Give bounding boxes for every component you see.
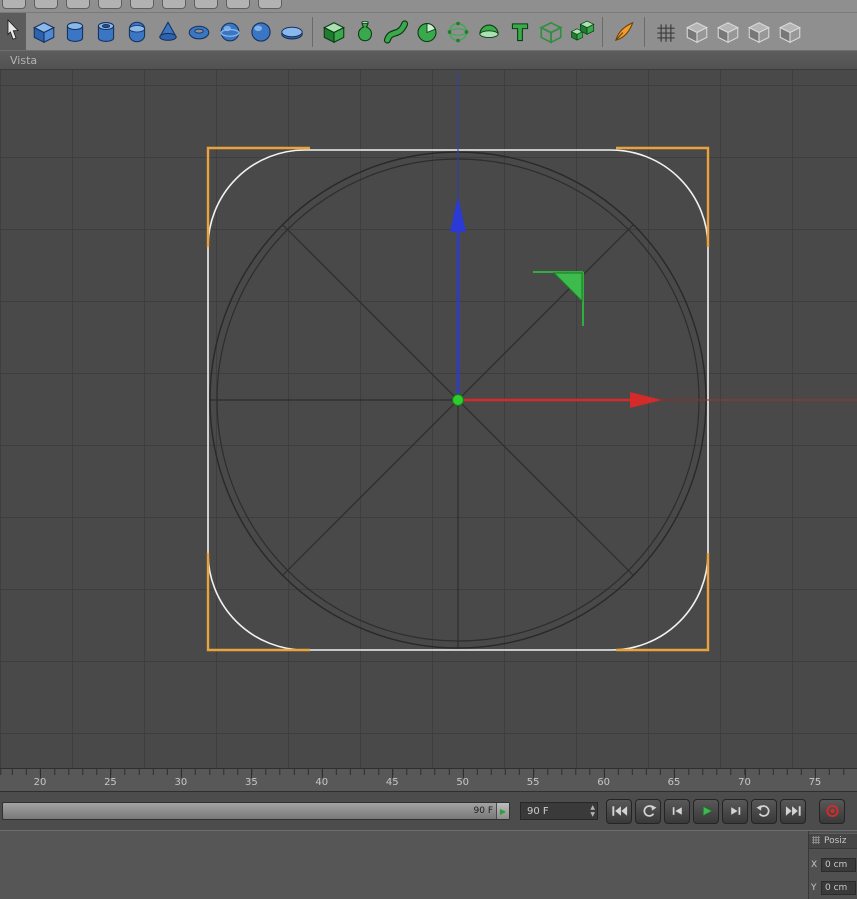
torus-primitive-icon[interactable]: [184, 16, 213, 47]
selection-tool[interactable]: [0, 13, 26, 50]
timeline-ruler[interactable]: 20 25 30 35 40 45 50 55 60 65 70 75: [0, 768, 857, 792]
ruler-label: 55: [526, 777, 540, 788]
deformer-tools-group: [648, 16, 807, 47]
axis-x-arrow[interactable]: [630, 392, 662, 408]
toolbar-button-clipped[interactable]: [34, 0, 58, 9]
cube-primitive-icon[interactable]: [29, 16, 58, 47]
toolbar-button-clipped[interactable]: [2, 0, 26, 9]
boole-icon[interactable]: [412, 16, 441, 47]
toolbar-button-clipped[interactable]: [130, 0, 154, 9]
deformer-cube-icon-3[interactable]: [744, 16, 773, 47]
cinema4d-window: Vista 20 25 30 35 40 45 50 55 60 65 70 7…: [0, 0, 857, 899]
viewport-title: Vista: [10, 53, 38, 67]
selection-cursor-icon: [5, 18, 21, 46]
ruler-label: 20: [33, 777, 47, 788]
current-frame-value: 90 F: [527, 805, 549, 817]
loop-mode-button[interactable]: [751, 798, 777, 824]
spline-pen-icon[interactable]: [609, 16, 638, 47]
transport-controls: [606, 798, 845, 824]
sweep-nurbs-icon[interactable]: [381, 16, 410, 47]
toolbar-button-clipped[interactable]: [258, 0, 282, 9]
selection-bracket-bottom-left: [206, 553, 310, 652]
grid-handle-icon: [811, 835, 821, 848]
ruler-label: 45: [385, 777, 399, 788]
axis-y-arrow[interactable]: [450, 196, 466, 232]
goto-start-button[interactable]: [606, 798, 632, 824]
toolbar-button-clipped[interactable]: [66, 0, 90, 9]
origin-handle[interactable]: [452, 394, 464, 406]
top-toolbar-partial: [0, 0, 857, 13]
ruler-ticks: [0, 769, 857, 775]
range-handle-icon[interactable]: ▶: [496, 803, 509, 819]
ruler-label: 25: [104, 777, 117, 788]
ruler-label: 50: [456, 777, 470, 788]
coordinates-panel-header[interactable]: Posiz: [809, 833, 857, 849]
deformer-cube-icon-2[interactable]: [713, 16, 742, 47]
capsule-primitive-icon[interactable]: [122, 16, 151, 47]
cylinder-primitive-icon[interactable]: [60, 16, 89, 47]
ffd-deformer-icon[interactable]: [443, 16, 472, 47]
viewport[interactable]: [0, 70, 857, 768]
current-frame-field[interactable]: 90 F ▲ ▼: [520, 802, 598, 820]
coordinate-row-x: X0 cm: [809, 858, 857, 872]
text-spline-icon[interactable]: [505, 16, 534, 47]
status-bar-empty: [0, 831, 808, 899]
toolbar-separator: [644, 16, 645, 47]
spline-tools-group: [606, 16, 641, 47]
coordinate-value-field[interactable]: 0 cm: [821, 881, 856, 895]
record-button[interactable]: [819, 798, 845, 824]
instance-icon[interactable]: [536, 16, 565, 47]
deformer-cube-icon-1[interactable]: [682, 16, 711, 47]
play-backwards-button[interactable]: [635, 798, 661, 824]
ruler-label: 30: [174, 777, 188, 788]
coordinates-panel-title: Posiz: [824, 836, 847, 846]
deformer-cube-icon-4[interactable]: [775, 16, 804, 47]
timeline-controls-row: 90 F ▶ 90 F ▲ ▼: [0, 792, 857, 830]
toolbar-button-clipped[interactable]: [194, 0, 218, 9]
hypernurbs-icon[interactable]: [319, 16, 348, 47]
sphere-primitive-icon[interactable]: [215, 16, 244, 47]
coordinates-panel: Posiz X0 cm Y 0 cm: [808, 831, 857, 899]
range-end-label: 90 F: [473, 806, 494, 816]
toolbar-button-clipped[interactable]: [98, 0, 122, 9]
ruler-label: 70: [738, 777, 751, 788]
ruler-label: 35: [244, 777, 258, 788]
toolbar-button-clipped[interactable]: [162, 0, 186, 9]
main-toolbar: [0, 13, 857, 51]
toolbar-separator: [312, 16, 313, 47]
frame-stepper[interactable]: ▲ ▼: [590, 803, 595, 819]
step-forward-button[interactable]: [722, 798, 748, 824]
cone-primitive-icon[interactable]: [153, 16, 182, 47]
tube-primitive-icon[interactable]: [91, 16, 120, 47]
ruler-label: 40: [315, 777, 329, 788]
coordinate-axis-label: X: [811, 860, 818, 870]
hemisphere-primitive-icon[interactable]: [246, 16, 275, 47]
ruler-label: 65: [667, 777, 681, 788]
disc-primitive-icon[interactable]: [277, 16, 306, 47]
goto-end-button[interactable]: [780, 798, 806, 824]
timeline-range-slider[interactable]: 90 F ▶: [2, 802, 510, 820]
coordinate-value-field[interactable]: 0 cm: [821, 858, 856, 872]
ruler-label: 60: [597, 777, 610, 788]
ruler-label: 75: [808, 777, 822, 788]
status-bar: Posiz X0 cm Y 0 cm: [0, 830, 857, 899]
coordinate-axis-label: Y: [811, 883, 817, 893]
selection-bracket-top-left: [206, 146, 310, 247]
toolbar-button-clipped[interactable]: [226, 0, 250, 9]
play-button[interactable]: [693, 798, 719, 824]
toolbar-separator: [602, 16, 603, 47]
step-back-button[interactable]: [664, 798, 690, 824]
grid-array-icon[interactable]: [651, 16, 680, 47]
symmetry-icon[interactable]: [474, 16, 503, 47]
lathe-nurbs-icon[interactable]: [350, 16, 379, 47]
coordinate-row-y: Y 0 cm: [809, 881, 857, 895]
array-icon[interactable]: [567, 16, 596, 47]
primitive-tools-group: [26, 16, 309, 47]
viewport-header[interactable]: Vista: [0, 51, 857, 70]
generator-tools-group: [316, 16, 599, 47]
